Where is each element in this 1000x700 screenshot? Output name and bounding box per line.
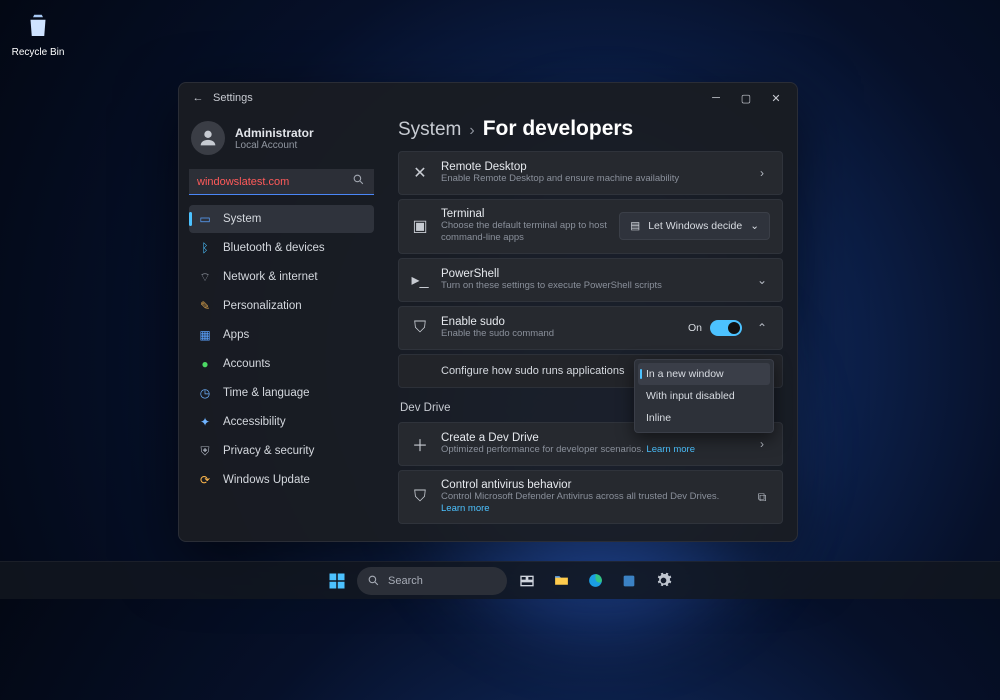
shield-icon: ⛉ bbox=[411, 319, 429, 337]
sidebar-item-privacy[interactable]: ⛨ Privacy & security bbox=[189, 437, 374, 465]
chevron-down-icon: ⌄ bbox=[754, 273, 770, 287]
nav: ▭ System ᛒ Bluetooth & devices ⌔ Network… bbox=[189, 205, 374, 494]
apps-icon: ▦ bbox=[197, 327, 213, 343]
card-powershell[interactable]: ▸_ PowerShell Turn on these settings to … bbox=[398, 258, 783, 302]
accounts-icon: ● bbox=[197, 356, 213, 372]
sidebar-item-time[interactable]: ◷ Time & language bbox=[189, 379, 374, 407]
sudo-option-input-disabled[interactable]: With input disabled bbox=[638, 385, 770, 407]
minimize-button[interactable]: ─ bbox=[701, 85, 731, 111]
avatar-icon bbox=[191, 121, 225, 155]
sidebar-item-network[interactable]: ⌔ Network & internet bbox=[189, 263, 374, 291]
explorer-button[interactable] bbox=[547, 567, 575, 595]
search-input[interactable] bbox=[197, 176, 346, 188]
sidebar-item-bluetooth[interactable]: ᛒ Bluetooth & devices bbox=[189, 234, 374, 262]
sidebar-item-system[interactable]: ▭ System bbox=[189, 205, 374, 233]
clock-icon: ◷ bbox=[197, 385, 213, 401]
terminal-dropdown[interactable]: ▤ Let Windows decide ⌄ bbox=[619, 212, 770, 240]
wifi-icon: ⌔ bbox=[197, 269, 213, 285]
chevron-right-icon: › bbox=[754, 166, 770, 180]
open-icon: ⧉ bbox=[754, 490, 770, 505]
shield-icon: ⛉ bbox=[411, 488, 429, 506]
powershell-icon: ▸_ bbox=[411, 271, 429, 289]
settings-window: ← Settings ─ ▢ ✕ Administrator Local Acc… bbox=[178, 82, 798, 542]
recycle-bin-label: Recycle Bin bbox=[8, 47, 68, 58]
sudo-toggle[interactable] bbox=[710, 320, 742, 336]
taskbar: Search bbox=[0, 561, 1000, 599]
toggle-label: On bbox=[688, 322, 702, 334]
sidebar-item-update[interactable]: ⟳ Windows Update bbox=[189, 466, 374, 494]
shield-icon: ⛨ bbox=[197, 443, 213, 459]
recycle-bin[interactable]: Recycle Bin bbox=[8, 8, 68, 58]
close-button[interactable]: ✕ bbox=[761, 85, 791, 111]
content: System › For developers ✕ Remote Desktop… bbox=[384, 113, 797, 541]
sudo-option-inline[interactable]: Inline bbox=[638, 407, 770, 429]
user-profile[interactable]: Administrator Local Account bbox=[189, 117, 374, 165]
chevron-down-icon: ⌄ bbox=[750, 220, 759, 232]
start-button[interactable] bbox=[323, 567, 351, 595]
titlebar: ← Settings ─ ▢ ✕ bbox=[179, 83, 797, 113]
remote-icon: ✕ bbox=[411, 164, 429, 182]
card-sudo-config: Configure how sudo runs applications In … bbox=[398, 354, 783, 388]
card-enable-sudo: ⛉ Enable sudo Enable the sudo command On… bbox=[398, 306, 783, 350]
learn-more-link[interactable]: Learn more bbox=[441, 503, 490, 514]
system-icon: ▭ bbox=[197, 211, 213, 227]
breadcrumb-root[interactable]: System bbox=[398, 119, 461, 141]
edge-button[interactable] bbox=[581, 567, 609, 595]
task-view-button[interactable] bbox=[513, 567, 541, 595]
search-icon bbox=[352, 173, 366, 191]
bluetooth-icon: ᛒ bbox=[197, 240, 213, 256]
card-antivirus[interactable]: ⛉ Control antivirus behavior Control Mic… bbox=[398, 470, 783, 525]
sudo-option-new-window[interactable]: In a new window bbox=[638, 363, 770, 385]
settings-button[interactable] bbox=[649, 567, 677, 595]
terminal-icon: ▣ bbox=[411, 217, 429, 235]
sidebar-item-accessibility[interactable]: ✦ Accessibility bbox=[189, 408, 374, 436]
sidebar-item-personalization[interactable]: ✎ Personalization bbox=[189, 292, 374, 320]
app-button[interactable] bbox=[615, 567, 643, 595]
window-title: Settings bbox=[213, 92, 253, 104]
sidebar-item-accounts[interactable]: ● Accounts bbox=[189, 350, 374, 378]
search-box[interactable] bbox=[189, 169, 374, 195]
accessibility-icon: ✦ bbox=[197, 414, 213, 430]
back-button[interactable]: ← bbox=[189, 92, 207, 104]
page-title: For developers bbox=[483, 117, 634, 141]
user-name: Administrator bbox=[235, 126, 314, 140]
taskbar-search[interactable]: Search bbox=[357, 567, 507, 595]
sudo-mode-dropdown: In a new window With input disabled Inli… bbox=[634, 359, 774, 433]
window-icon: ▤ bbox=[630, 220, 640, 232]
chevron-right-icon: › bbox=[469, 122, 474, 140]
plus-icon: ＋ bbox=[411, 435, 429, 453]
user-sub: Local Account bbox=[235, 140, 314, 151]
card-remote-desktop[interactable]: ✕ Remote Desktop Enable Remote Desktop a… bbox=[398, 151, 783, 195]
update-icon: ⟳ bbox=[197, 472, 213, 488]
brush-icon: ✎ bbox=[197, 298, 213, 314]
sidebar-item-apps[interactable]: ▦ Apps bbox=[189, 321, 374, 349]
chevron-up-icon[interactable]: ⌃ bbox=[754, 321, 770, 335]
breadcrumb: System › For developers bbox=[398, 117, 783, 141]
maximize-button[interactable]: ▢ bbox=[731, 85, 761, 111]
card-terminal: ▣ Terminal Choose the default terminal a… bbox=[398, 199, 783, 254]
trash-icon bbox=[20, 8, 56, 44]
sidebar: Administrator Local Account ▭ System ᛒ B… bbox=[179, 113, 384, 541]
chevron-right-icon: › bbox=[754, 437, 770, 451]
learn-more-link[interactable]: Learn more bbox=[646, 444, 695, 455]
